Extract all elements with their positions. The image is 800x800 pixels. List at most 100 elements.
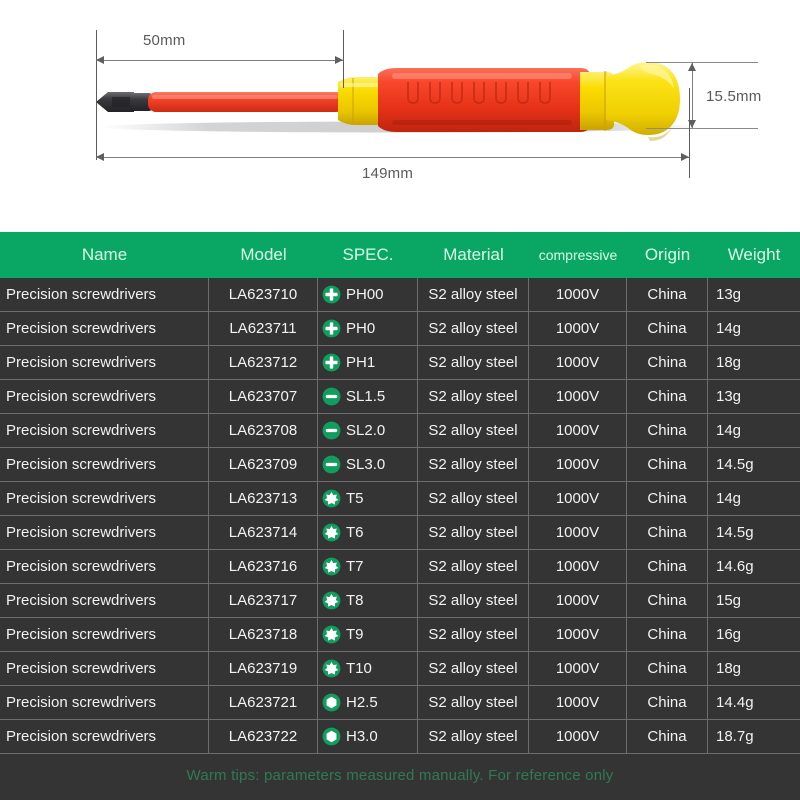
phillips-icon xyxy=(322,285,341,304)
cell-origin: China xyxy=(627,448,708,481)
spec-label: T9 xyxy=(346,626,364,643)
cell-weight: 18g xyxy=(716,660,742,677)
spec-label: T6 xyxy=(346,524,364,541)
cell-material: S2 alloy steel xyxy=(418,346,529,379)
cell-model: LA623718 xyxy=(209,618,318,651)
column-header-compressive: compressive xyxy=(538,247,618,263)
product-illustration-panel: 50mm 15.5mm 149mm xyxy=(0,0,800,232)
cell-material: S2 alloy steel xyxy=(418,618,529,651)
cell-compressive: 1000V xyxy=(529,380,627,413)
cell-origin: China xyxy=(627,720,708,753)
cell-compressive: 1000V xyxy=(529,312,627,345)
cell-name: Precision screwdrivers xyxy=(0,618,209,651)
arrow-right-total xyxy=(681,153,689,161)
cell-origin: China xyxy=(627,516,708,549)
cell-spec: H3.0 xyxy=(318,720,418,753)
cell-compressive: 1000V xyxy=(529,482,627,515)
torx-icon xyxy=(322,523,341,542)
cell-origin: China xyxy=(627,278,708,311)
cell-material: S2 alloy steel xyxy=(418,414,529,447)
cell-weight: 14.6g xyxy=(716,558,754,575)
cell-weight: 14.5g xyxy=(716,456,754,473)
cell-spec: T7 xyxy=(318,550,418,583)
cell-weight: 14.5g xyxy=(716,524,754,541)
hex-icon xyxy=(322,727,341,746)
cell-model: LA623714 xyxy=(209,516,318,549)
arrow-right-blade xyxy=(335,56,343,64)
cell-weight: 18.7g xyxy=(716,728,754,745)
slotted-icon xyxy=(322,387,341,406)
table-row[interactable]: Precision screwdrivers LA623709 SL3.0 S2 al… xyxy=(0,448,800,482)
guide-line-cap-top xyxy=(646,62,758,63)
column-header-name: Name xyxy=(81,245,128,264)
cell-spec: T8 xyxy=(318,584,418,617)
cell-weight: 13g xyxy=(716,388,742,405)
table-row[interactable]: Precision screwdrivers LA623719 T10 S2 allo… xyxy=(0,652,800,686)
table-row[interactable]: Precision screwdrivers LA623713 T5 S2 alloy… xyxy=(0,482,800,516)
cell-origin: China xyxy=(627,550,708,583)
cell-material: S2 alloy steel xyxy=(418,652,529,685)
table-row[interactable]: Precision screwdrivers LA623714 T6 S2 alloy… xyxy=(0,516,800,550)
cell-spec: T9 xyxy=(318,618,418,651)
cell-spec: PH0 xyxy=(318,312,418,345)
cell-origin: China xyxy=(627,346,708,379)
cell-compressive: 1000V xyxy=(529,278,627,311)
cell-weight: 14g xyxy=(716,422,742,439)
cell-weight: 16g xyxy=(716,626,742,643)
table-row[interactable]: Precision screwdrivers LA623721 H2.5 S2 all… xyxy=(0,686,800,720)
table-body: Precision screwdrivers LA623710 PH00 S2 all… xyxy=(0,278,800,754)
dimension-label-total: 149mm xyxy=(362,165,414,182)
arrow-up-cap xyxy=(688,63,696,71)
phillips-icon xyxy=(322,353,341,372)
cell-name: Precision screwdrivers xyxy=(0,516,209,549)
torx-icon xyxy=(322,591,341,610)
cell-material: S2 alloy steel xyxy=(418,686,529,719)
table-row[interactable]: Precision screwdrivers LA623716 T7 S2 alloy… xyxy=(0,550,800,584)
table-row[interactable]: Precision screwdrivers LA623717 T8 S2 alloy… xyxy=(0,584,800,618)
table-row[interactable]: Precision screwdrivers LA623710 PH00 S2 all… xyxy=(0,278,800,312)
table-row[interactable]: Precision screwdrivers LA623718 T9 S2 alloy… xyxy=(0,618,800,652)
cell-compressive: 1000V xyxy=(529,720,627,753)
cell-model: LA623713 xyxy=(209,482,318,515)
dimension-line-cap xyxy=(692,62,693,128)
cell-name: Precision screwdrivers xyxy=(0,720,209,753)
guide-line-blade-start xyxy=(96,30,97,160)
spec-label: H2.5 xyxy=(346,694,378,711)
hex-icon xyxy=(322,693,341,712)
arrow-left-blade xyxy=(96,56,104,64)
cell-spec: T10 xyxy=(318,652,418,685)
cell-name: Precision screwdrivers xyxy=(0,278,209,311)
table-row[interactable]: Precision screwdrivers LA623712 PH1 S2 allo… xyxy=(0,346,800,380)
cell-spec: PH1 xyxy=(318,346,418,379)
cell-material: S2 alloy steel xyxy=(418,720,529,753)
guide-line-total-end xyxy=(689,88,690,178)
cell-compressive: 1000V xyxy=(529,346,627,379)
cell-name: Precision screwdrivers xyxy=(0,414,209,447)
table-row[interactable]: Precision screwdrivers LA623711 PH0 S2 allo… xyxy=(0,312,800,346)
column-header-spec: SPEC. xyxy=(342,245,394,264)
cell-model: LA623710 xyxy=(209,278,318,311)
cell-compressive: 1000V xyxy=(529,448,627,481)
spec-label: PH0 xyxy=(346,320,376,337)
spec-label: SL2.0 xyxy=(346,422,386,439)
table-row[interactable]: Precision screwdrivers LA623722 H3.0 S2 all… xyxy=(0,720,800,754)
column-header-model: Model xyxy=(240,245,287,264)
table-row[interactable]: Precision screwdrivers LA623708 SL2.0 S2 al… xyxy=(0,414,800,448)
screwdriver-drawing xyxy=(96,62,700,141)
guide-line-cap-bottom xyxy=(646,128,758,129)
spec-label: H3.0 xyxy=(346,728,378,745)
cell-compressive: 1000V xyxy=(529,584,627,617)
cell-name: Precision screwdrivers xyxy=(0,550,209,583)
table-row[interactable]: Precision screwdrivers LA623707 SL1.5 S2 al… xyxy=(0,380,800,414)
cell-model: LA623721 xyxy=(209,686,318,719)
phillips-icon xyxy=(322,319,341,338)
cell-material: S2 alloy steel xyxy=(418,482,529,515)
cell-origin: China xyxy=(627,686,708,719)
cell-model: LA623722 xyxy=(209,720,318,753)
torx-icon xyxy=(322,557,341,576)
torx-icon xyxy=(322,625,341,644)
cell-spec: PH00 xyxy=(318,278,418,311)
cell-name: Precision screwdrivers xyxy=(0,584,209,617)
cell-compressive: 1000V xyxy=(529,686,627,719)
cell-name: Precision screwdrivers xyxy=(0,380,209,413)
